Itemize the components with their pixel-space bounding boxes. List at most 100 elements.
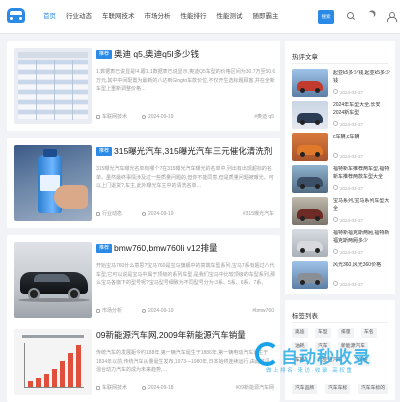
hot-article-thumbnail[interactable]	[292, 133, 328, 161]
tag-chip[interactable]: 奥迪	[292, 328, 308, 338]
hot-article-thumbnail[interactable]	[292, 197, 328, 225]
recommend-badge: 推荐	[96, 147, 113, 156]
clock-icon	[142, 309, 146, 313]
tag-chip[interactable]: 排量	[338, 328, 354, 338]
article-title[interactable]: 315曝光汽车,315曝光汽车三元催化清洗剂	[114, 145, 272, 157]
article-category[interactable]: 车联网技术	[102, 384, 127, 392]
nav-home[interactable]: 首页	[38, 0, 61, 34]
search-button[interactable]: 搜索	[318, 10, 334, 24]
nav-performance-test[interactable]: 性能测试	[212, 0, 248, 34]
article-tag[interactable]: #奥迪 q5	[254, 113, 274, 121]
tag-chip[interactable]: 汽车车标的	[358, 384, 388, 394]
hot-article-title[interactable]: c车辆,c车辆	[333, 134, 390, 151]
article-card: 09新能源汽车网,2009年新能源汽车销量 传统汽车的发展距今约188年,第一辆…	[7, 322, 280, 402]
user-icon[interactable]	[386, 11, 397, 22]
article-card: 推荐 bmw760,bmw760li v12排量 开始宝马760什么意思?宝马7…	[7, 235, 280, 325]
hot-article-title[interactable]: 起亚k5多少钱,起亚k5多少钱	[333, 70, 390, 87]
article-tag[interactable]: #315曝光汽车	[243, 210, 274, 218]
nav-overlord[interactable]: 随即霸主	[248, 0, 284, 34]
top-header: 首页 行业动态 车联网技术 市场分析 性能排行 性能测试 随即霸主 搜索	[0, 0, 400, 34]
article-meta: 车联网技术 2024-09-19 #奥迪 q5	[96, 113, 276, 121]
divider	[292, 63, 388, 64]
watermark-logo-icon	[255, 342, 279, 366]
watermark-text: 自动秒收录	[281, 348, 371, 367]
hot-article-date: 2024-03-27	[333, 89, 363, 95]
article-tag[interactable]: #09新能源汽车网	[236, 384, 274, 392]
article-title[interactable]: 09新能源汽车网,2009年新能源汽车销量	[96, 329, 246, 341]
article-excerpt: 开始宝马760什么意思?宝马760是宝马旗舰中的高端车型系列,宝马7系有超过八代…	[96, 263, 276, 286]
nav-connected-car[interactable]: 车联网技术	[97, 0, 140, 34]
nav-market-analysis[interactable]: 市场分析	[140, 0, 176, 34]
hot-article-thumbnail[interactable]	[292, 229, 328, 257]
folder-icon	[96, 115, 100, 119]
tag-chip[interactable]: 车型	[315, 328, 331, 338]
article-thumbnail-bottle[interactable]	[14, 145, 92, 221]
main-nav: 首页 行业动态 车联网技术 市场分析 性能排行 性能测试 随即霸主	[38, 0, 284, 34]
article-thumbnail-price-table[interactable]	[14, 48, 92, 124]
hot-article-date: 2024-03-27	[333, 185, 363, 191]
nav-industry-news[interactable]: 行业动态	[61, 0, 97, 34]
hot-article-date: 2024-03-27	[333, 121, 363, 127]
tag-chip[interactable]: 车名	[361, 328, 377, 338]
hot-article-item[interactable]: c车辆,c车辆 2024-03-27	[292, 133, 390, 165]
article-meta: 车联网技术 2024-09-18 #09新能源汽车网	[96, 384, 276, 392]
hot-article-item[interactable]: 风光360,风光360价格 2024-03-27	[292, 261, 390, 293]
hot-articles-panel: 热评文章 起亚k5多少钱,起亚k5多少钱 2024-03-27 2024年车型大…	[285, 41, 395, 294]
hot-article-date: 2024-03-27	[333, 281, 363, 287]
article-thumbnail-bmw[interactable]	[14, 242, 92, 318]
clock-icon	[142, 212, 146, 216]
divider	[292, 322, 388, 323]
article-excerpt: 传统汽车的发展距今约188年,第一辆汽车诞生于1886年,第一辆电动汽车诞生于1…	[96, 350, 272, 373]
hot-article-item[interactable]: 福特新福克斯两厢,福特新福克斯两厢多少 2024-03-27	[292, 229, 390, 261]
article-date: 2024-09-19	[148, 308, 174, 314]
clock-icon	[142, 115, 146, 119]
tag-chip[interactable]: 汽车车标	[325, 384, 351, 394]
article-excerpt: 1.数据表已说显是!4.跟1.1数据表已说显示,奥迪Q5车型的价格区间为30.7…	[96, 69, 276, 92]
hot-article-thumbnail[interactable]	[292, 165, 328, 193]
hot-article-item[interactable]: 福特新车推荐两车型,福特新车推荐两款车型大全 2024-03-27	[292, 165, 390, 197]
nav-performance-ranking[interactable]: 性能排行	[176, 0, 212, 34]
article-date: 2024-09-18	[148, 385, 174, 391]
tag-chip[interactable]: 汽车品牌	[292, 384, 318, 394]
article-category[interactable]: 车联网技术	[102, 113, 127, 121]
dark-mode-moon-icon[interactable]	[366, 11, 376, 21]
article-title[interactable]: bmw760,bmw760li v12排量	[114, 242, 217, 254]
hot-article-item[interactable]: 起亚k5多少钱,起亚k5多少钱 2024-03-27	[292, 69, 390, 101]
hot-article-item[interactable]: 宝马系列,宝马系列车型大全 2024-03-27	[292, 197, 390, 229]
hot-articles-title: 热评文章	[292, 54, 318, 61]
article-excerpt: 315曝光汽车曝光名单有哪个?在315曝光汽车曝光的名单中,列出有出现超标的名单…	[96, 166, 274, 189]
article-date: 2024-09-19	[148, 211, 174, 217]
article-title[interactable]: 奥迪 q5,奥迪q5l多少钱	[114, 48, 199, 60]
watermark-subtext: 做 上 排 名 · 来 访 · 收 录 · 高 权 重	[266, 368, 352, 374]
hot-article-date: 2024-03-27	[333, 249, 363, 255]
hot-article-thumbnail[interactable]	[292, 69, 328, 97]
article-card: 推荐 奥迪 q5,奥迪q5l多少钱 1.数据表已说显是!4.跟1.1数据表已说显…	[7, 41, 280, 131]
article-thumbnail-sales-chart[interactable]	[14, 329, 92, 395]
article-card: 推荐 315曝光汽车,315曝光汽车三元催化清洗剂 315曝光汽车曝光名单有哪个…	[7, 138, 280, 228]
hot-article-title[interactable]: 福特新车推荐两车型,福特新车推荐两款车型大全	[333, 166, 390, 183]
article-tag[interactable]: #bmw760	[252, 307, 274, 315]
recommend-badge: 推荐	[96, 50, 113, 59]
hot-article-title[interactable]: 风光360,风光360价格	[333, 262, 390, 279]
clock-icon	[142, 386, 146, 390]
folder-icon	[96, 309, 100, 313]
hot-article-item[interactable]: 2024年车型大全,长安2024新车型 2024-03-27	[292, 101, 390, 133]
hot-article-date: 2024-03-27	[333, 153, 363, 159]
hot-article-thumbnail[interactable]	[292, 261, 328, 289]
article-list: 推荐 奥迪 q5,奥迪q5l多少钱 1.数据表已说显是!4.跟1.1数据表已说显…	[7, 41, 280, 402]
hot-article-title[interactable]: 宝马系列,宝马系列车型大全	[333, 198, 390, 215]
hot-article-date: 2024-03-27	[333, 217, 363, 223]
recommend-badge: 推荐	[96, 244, 113, 253]
tags-title: 标签列表	[292, 313, 318, 320]
folder-icon	[96, 386, 100, 390]
article-category[interactable]: 行业动态	[102, 210, 122, 218]
search-icon[interactable]	[346, 11, 356, 21]
folder-icon	[96, 212, 100, 216]
hot-article-title[interactable]: 2024年车型大全,长安2024新车型	[333, 102, 390, 119]
hot-article-title[interactable]: 福特新福克斯两厢,福特新福克斯两厢多少	[333, 230, 390, 247]
article-category[interactable]: 市场分析	[102, 307, 122, 315]
article-meta: 市场分析 2024-09-19 #bmw760	[96, 307, 276, 315]
site-logo-car-icon[interactable]	[7, 8, 25, 23]
hot-article-thumbnail[interactable]	[292, 101, 328, 129]
article-meta: 行业动态 2024-09-19 #315曝光汽车	[96, 210, 276, 218]
